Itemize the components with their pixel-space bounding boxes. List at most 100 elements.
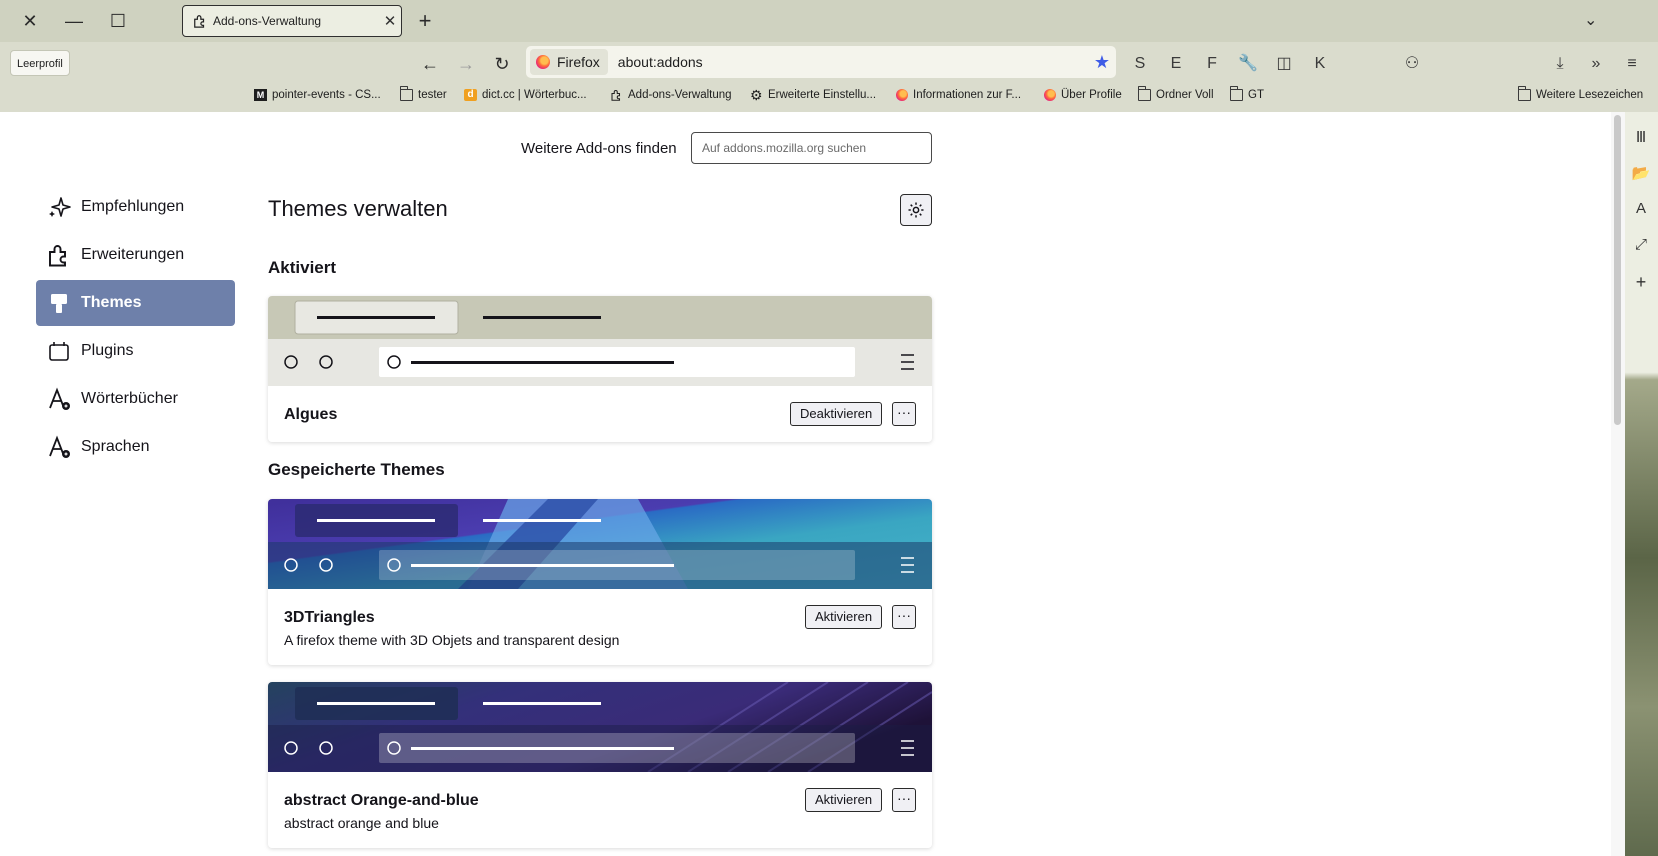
font-icon[interactable]: A (1630, 200, 1652, 217)
dictcc-logo-icon: d (464, 89, 477, 101)
toolbar-e-icon[interactable]: E (1164, 52, 1188, 76)
identity-label: Firefox (557, 54, 600, 70)
tools-gear-button[interactable] (900, 194, 932, 226)
category-label: Wörterbücher (81, 390, 178, 407)
back-button[interactable]: ← (418, 52, 442, 76)
library-icon[interactable]: Ⅲ (1630, 128, 1652, 146)
gear-icon (908, 202, 924, 218)
addons-search-input[interactable]: Auf addons.mozilla.org suchen (691, 132, 932, 164)
new-tab-button[interactable]: + (412, 8, 438, 34)
firefox-logo-icon (896, 89, 908, 101)
add-icon[interactable]: + (1630, 272, 1652, 293)
forward-button[interactable]: → (454, 52, 478, 76)
category-recommendations[interactable]: Empfehlungen (36, 184, 235, 230)
theme-description: A firefox theme with 3D Objets and trans… (284, 632, 620, 648)
bookmark-item[interactable]: ⚙ Erweiterte Einstellu... (750, 88, 877, 102)
tab-close-icon[interactable]: ✕ (379, 12, 401, 30)
reload-button[interactable]: ↻ (490, 52, 514, 76)
theme-card[interactable]: abstract Orange-and-blue abstract orange… (268, 682, 932, 848)
bookmark-label: GT (1248, 89, 1264, 101)
bookmark-folder[interactable]: tester (400, 86, 447, 101)
category-themes[interactable]: Themes (36, 280, 235, 326)
section-saved-heading: Gespeicherte Themes (268, 460, 445, 479)
list-all-tabs-icon[interactable]: ⌄ (1584, 10, 1597, 30)
reader-view-icon[interactable]: ◫ (1272, 52, 1296, 76)
section-active-heading: Aktiviert (268, 258, 337, 277)
category-label: Themes (81, 294, 142, 311)
profile-label[interactable]: Leerprofil (10, 50, 70, 76)
theme-name: 3DTriangles (284, 609, 375, 626)
close-window-icon[interactable]: ✕ (16, 8, 44, 34)
bookmark-item[interactable]: Über Profile (1044, 89, 1122, 101)
toolbar-f-icon[interactable]: F (1200, 52, 1224, 76)
enable-button[interactable]: Aktivieren (805, 788, 883, 812)
theme-description: abstract orange and blue (284, 815, 439, 831)
category-label: Empfehlungen (81, 198, 185, 215)
tab-bar: ✕ — ☐ Add-ons-Verwaltung ✕ + ⌄ (0, 0, 1658, 42)
bookmark-star-icon[interactable]: ★ (1094, 52, 1110, 73)
category-languages[interactable]: Sprachen (36, 424, 235, 470)
sparkles-icon (46, 194, 72, 220)
identity-box[interactable]: Firefox (530, 49, 608, 75)
downloads-icon[interactable]: ⤓ (1548, 52, 1572, 76)
bookmark-label: Erweiterte Einstellu... (768, 89, 877, 101)
theme-preview (268, 682, 932, 772)
disable-button[interactable]: Deaktivieren (790, 402, 883, 426)
theme-name: Algues (284, 406, 338, 423)
dictionary-icon (46, 386, 72, 412)
resize-icon[interactable]: ⤢ (1630, 236, 1652, 253)
toolbar-s-icon[interactable]: S (1128, 52, 1152, 76)
firefox-logo-icon (536, 55, 550, 69)
bookmark-item[interactable]: M pointer-events - CS... (254, 89, 381, 101)
enable-button[interactable]: Aktivieren (805, 605, 883, 629)
extensions-icon[interactable]: ⚇ (1400, 52, 1424, 76)
puzzle-piece-icon (46, 242, 72, 268)
more-options-button[interactable]: ··· (892, 788, 916, 812)
overflow-menu-icon[interactable]: » (1584, 52, 1608, 76)
hamburger-menu-icon[interactable]: ≡ (1620, 52, 1644, 76)
toolbar-k-icon[interactable]: K (1308, 52, 1332, 76)
wrench-icon[interactable]: 🔧 (1236, 52, 1260, 76)
theme-card[interactable]: 3DTriangles A firefox theme with 3D Obje… (268, 499, 932, 665)
other-bookmarks-folder[interactable]: Weitere Lesezeichen (1518, 86, 1644, 101)
bookmark-label: dict.cc | Wörterbuc... (482, 89, 587, 101)
bookmark-item[interactable]: Add-ons-Verwaltung (610, 89, 732, 101)
bookmarks-toolbar: M pointer-events - CS... tester d dict.c… (0, 86, 1658, 108)
scrollbar-thumb[interactable] (1614, 115, 1621, 425)
bookmark-item[interactable]: d dict.cc | Wörterbuc... (464, 89, 587, 101)
bookmark-folder[interactable]: GT (1230, 86, 1264, 101)
folder-icon (1230, 86, 1243, 101)
bookmark-label: tester (418, 89, 447, 101)
category-label: Plugins (81, 342, 134, 359)
folder-icon[interactable]: 📂 (1630, 164, 1652, 182)
url-text[interactable]: about:addons (618, 54, 1094, 70)
category-dictionaries[interactable]: Wörterbücher (36, 376, 235, 422)
bookmark-label: Weitere Lesezeichen (1536, 89, 1644, 101)
category-plugins[interactable]: Plugins (36, 328, 235, 374)
bookmark-label: Ordner Voll (1156, 89, 1214, 101)
sidebar-strip (1625, 112, 1658, 856)
folder-icon (1518, 86, 1531, 101)
maximize-window-icon[interactable]: ☐ (104, 8, 132, 34)
more-options-button[interactable]: ··· (892, 605, 916, 629)
theme-name: abstract Orange-and-blue (284, 792, 479, 809)
bookmark-label: Informationen zur F... (913, 89, 1022, 101)
folder-icon (1138, 86, 1151, 101)
more-options-button[interactable]: ··· (892, 402, 916, 426)
bookmark-folder[interactable]: Ordner Voll (1138, 86, 1214, 101)
mdn-logo-icon: M (254, 89, 267, 101)
bookmark-item[interactable]: Informationen zur F... (896, 89, 1021, 101)
puzzle-piece-icon (194, 15, 205, 28)
url-bar[interactable]: Firefox about:addons ★ (526, 46, 1116, 78)
tab-addons-manager[interactable]: Add-ons-Verwaltung ✕ (182, 5, 402, 37)
bookmark-label: Add-ons-Verwaltung (628, 89, 732, 101)
theme-card-active[interactable]: Algues Deaktivieren ··· (268, 296, 932, 442)
puzzle-piece-icon (611, 90, 621, 101)
category-label: Sprachen (81, 438, 150, 455)
minimize-window-icon[interactable]: — (60, 8, 88, 34)
plugin-icon (46, 338, 72, 364)
page-title: Themes verwalten (268, 196, 448, 221)
firefox-logo-icon (1044, 89, 1056, 101)
language-icon (46, 434, 72, 460)
category-extensions[interactable]: Erweiterungen (36, 232, 235, 278)
